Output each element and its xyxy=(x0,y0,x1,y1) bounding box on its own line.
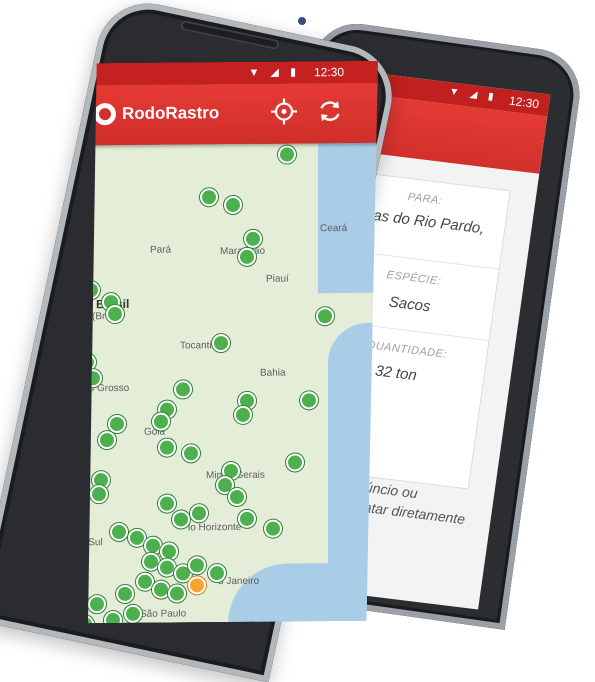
truck-marker[interactable] xyxy=(244,230,262,248)
truck-marker-highlighted[interactable] xyxy=(188,576,206,594)
map-label-piaui: Piauí xyxy=(266,274,289,285)
truck-marker[interactable] xyxy=(286,453,304,471)
especie-label: ESPÉCIE: xyxy=(386,269,442,288)
status-icons: ▼ ◢ ▮ xyxy=(248,65,300,78)
truck-marker[interactable] xyxy=(224,196,242,214)
truck-marker[interactable] xyxy=(124,605,142,623)
rodorastro-logo-icon xyxy=(94,103,116,125)
truck-marker[interactable] xyxy=(190,504,208,522)
front-phone-screen: ▼ ◢ ▮ 12:30 RodoRastro Ceará Pará Maranh… xyxy=(88,61,378,624)
truck-marker[interactable] xyxy=(88,595,106,613)
truck-marker[interactable] xyxy=(234,406,252,424)
map-view[interactable]: Ceará Pará Maranhão Piauí Brasil (Brazil… xyxy=(88,143,378,624)
truck-marker[interactable] xyxy=(158,438,176,456)
ocean-area xyxy=(318,143,378,294)
map-label-ceara: Ceará xyxy=(320,223,347,234)
front-camera xyxy=(298,17,306,25)
map-label-belo-horizonte: lo Horizonte xyxy=(188,522,241,533)
truck-marker[interactable] xyxy=(238,510,256,528)
app-bar: RodoRastro xyxy=(88,83,378,146)
truck-marker[interactable] xyxy=(182,444,200,462)
app-title: RodoRastro xyxy=(122,103,219,124)
status-time: 12:30 xyxy=(314,65,344,79)
quantidade-value: 32 ton xyxy=(374,362,418,384)
status-bar: ▼ ◢ ▮ 12:30 xyxy=(88,61,378,86)
back-status-time: 12:30 xyxy=(508,94,540,112)
truck-marker[interactable] xyxy=(228,488,246,506)
crosshair-icon[interactable] xyxy=(270,97,298,125)
truck-marker[interactable] xyxy=(88,615,94,623)
truck-marker[interactable] xyxy=(278,145,296,163)
para-label: PARA: xyxy=(407,191,443,207)
truck-marker[interactable] xyxy=(200,188,218,206)
truck-marker[interactable] xyxy=(104,611,122,623)
truck-marker[interactable] xyxy=(300,391,318,409)
truck-marker[interactable] xyxy=(152,413,170,431)
truck-marker[interactable] xyxy=(116,585,134,603)
truck-marker[interactable] xyxy=(152,581,170,599)
truck-marker[interactable] xyxy=(212,334,230,352)
truck-marker[interactable] xyxy=(264,520,282,538)
map-label-para: Pará xyxy=(150,245,171,256)
ocean-area xyxy=(228,563,378,624)
quantidade-label: QUANTIDADE: xyxy=(366,339,448,361)
truck-marker[interactable] xyxy=(174,380,192,398)
map-label-bahia: Bahia xyxy=(260,368,286,379)
truck-marker[interactable] xyxy=(98,431,116,449)
map-label-mato-grosso-do-sul: o do Sul xyxy=(88,537,103,548)
truck-marker[interactable] xyxy=(238,248,256,266)
truck-marker[interactable] xyxy=(188,556,206,574)
truck-marker[interactable] xyxy=(108,415,126,433)
truck-marker[interactable] xyxy=(90,485,108,503)
truck-marker[interactable] xyxy=(316,307,334,325)
truck-marker[interactable] xyxy=(172,510,190,528)
truck-marker[interactable] xyxy=(106,305,124,323)
refresh-icon[interactable] xyxy=(316,97,344,125)
truck-marker[interactable] xyxy=(158,494,176,512)
truck-marker[interactable] xyxy=(168,584,186,602)
truck-marker[interactable] xyxy=(110,523,128,541)
back-status-icons: ▼ ◢ ▮ xyxy=(448,86,498,103)
map-label-sao-paulo: São Paulo xyxy=(140,608,186,619)
especie-value: Sacos xyxy=(388,293,432,315)
